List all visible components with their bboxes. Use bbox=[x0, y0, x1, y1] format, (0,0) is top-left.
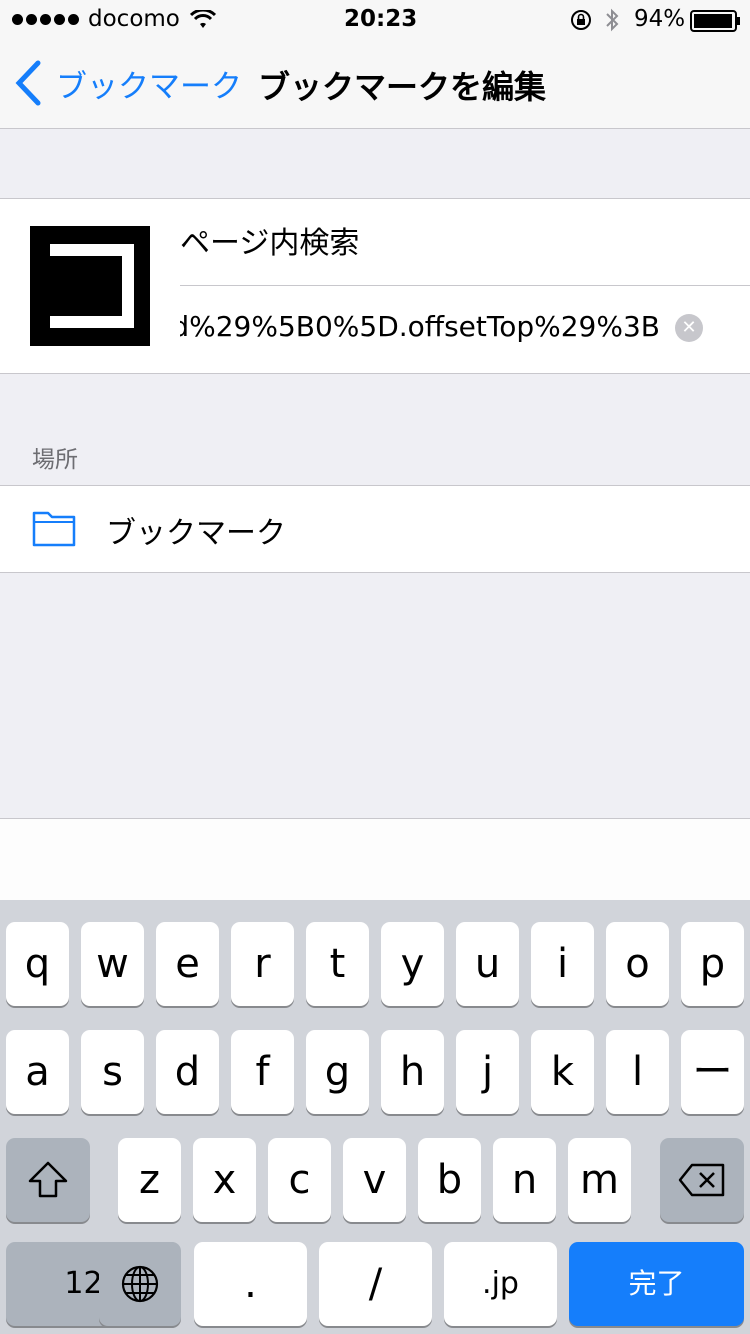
key-e[interactable]: e bbox=[156, 922, 219, 1006]
key-t[interactable]: t bbox=[306, 922, 369, 1006]
delete-key[interactable] bbox=[660, 1138, 744, 1222]
clock: 20:23 bbox=[344, 6, 418, 32]
globe-icon bbox=[121, 1265, 159, 1303]
key-l[interactable]: l bbox=[606, 1030, 669, 1114]
key-w[interactable]: w bbox=[81, 922, 144, 1006]
key-k[interactable]: k bbox=[531, 1030, 594, 1114]
battery-icon bbox=[690, 10, 740, 32]
wifi-icon bbox=[190, 10, 216, 28]
backspace-icon bbox=[678, 1163, 725, 1197]
key-o[interactable]: o bbox=[606, 922, 669, 1006]
site-favicon-icon bbox=[50, 244, 134, 328]
key-h[interactable]: h bbox=[381, 1030, 444, 1114]
dot-jp-key[interactable]: .jp bbox=[444, 1242, 557, 1326]
location-section-header: 場所 bbox=[32, 447, 78, 473]
key-f[interactable]: f bbox=[231, 1030, 294, 1114]
key-r[interactable]: r bbox=[231, 922, 294, 1006]
clear-text-icon[interactable]: ✕ bbox=[675, 314, 703, 342]
key-j[interactable]: j bbox=[456, 1030, 519, 1114]
battery-percent: 94% bbox=[634, 6, 686, 32]
bookmark-title-field[interactable]: ページ内検索 bbox=[180, 218, 359, 262]
keyboard-accessory-bar bbox=[0, 818, 750, 901]
keyboard: qwertyuiop asdfghjklー zxcvbnm 123 . / .j… bbox=[0, 900, 750, 1334]
key-m[interactable]: m bbox=[568, 1138, 631, 1222]
page-title: ブックマークを編集 bbox=[258, 68, 547, 106]
bookmark-thumbnail bbox=[30, 226, 150, 346]
key-p[interactable]: p bbox=[681, 922, 744, 1006]
key-g[interactable]: g bbox=[306, 1030, 369, 1114]
chevron-left-icon bbox=[15, 60, 41, 106]
key-x[interactable]: x bbox=[193, 1138, 256, 1222]
key-d[interactable]: d bbox=[156, 1030, 219, 1114]
bookmark-url-field[interactable]: d%29%5B0%5D.offsetTop%29%3B bbox=[180, 310, 660, 343]
back-label: ブックマーク bbox=[56, 68, 242, 105]
back-button[interactable]: ブックマーク bbox=[14, 60, 242, 106]
field-divider bbox=[180, 285, 750, 286]
shift-key[interactable] bbox=[6, 1138, 90, 1222]
key-b[interactable]: b bbox=[418, 1138, 481, 1222]
folder-icon bbox=[32, 511, 76, 547]
key-y[interactable]: y bbox=[381, 922, 444, 1006]
signal-strength-icon bbox=[12, 14, 79, 25]
bluetooth-icon bbox=[606, 8, 619, 32]
key-ー[interactable]: ー bbox=[681, 1030, 744, 1114]
slash-key[interactable]: / bbox=[319, 1242, 432, 1326]
carrier-label: docomo bbox=[88, 6, 180, 32]
globe-key[interactable] bbox=[99, 1242, 181, 1326]
key-i[interactable]: i bbox=[531, 922, 594, 1006]
done-key[interactable]: 完了 bbox=[569, 1242, 744, 1326]
key-c[interactable]: c bbox=[268, 1138, 331, 1222]
key-n[interactable]: n bbox=[493, 1138, 556, 1222]
period-key[interactable]: . bbox=[194, 1242, 307, 1326]
shift-icon bbox=[28, 1161, 68, 1198]
key-a[interactable]: a bbox=[6, 1030, 69, 1114]
key-u[interactable]: u bbox=[456, 922, 519, 1006]
key-q[interactable]: q bbox=[6, 922, 69, 1006]
folder-label: ブックマーク bbox=[106, 516, 286, 551]
key-s[interactable]: s bbox=[81, 1030, 144, 1114]
bookmark-url-text: d%29%5B0%5D.offsetTop%29%3B bbox=[180, 310, 660, 343]
status-bar: docomo 20:23 94% bbox=[0, 0, 750, 40]
rotation-lock-icon bbox=[571, 10, 591, 30]
key-v[interactable]: v bbox=[343, 1138, 406, 1222]
key-z[interactable]: z bbox=[118, 1138, 181, 1222]
